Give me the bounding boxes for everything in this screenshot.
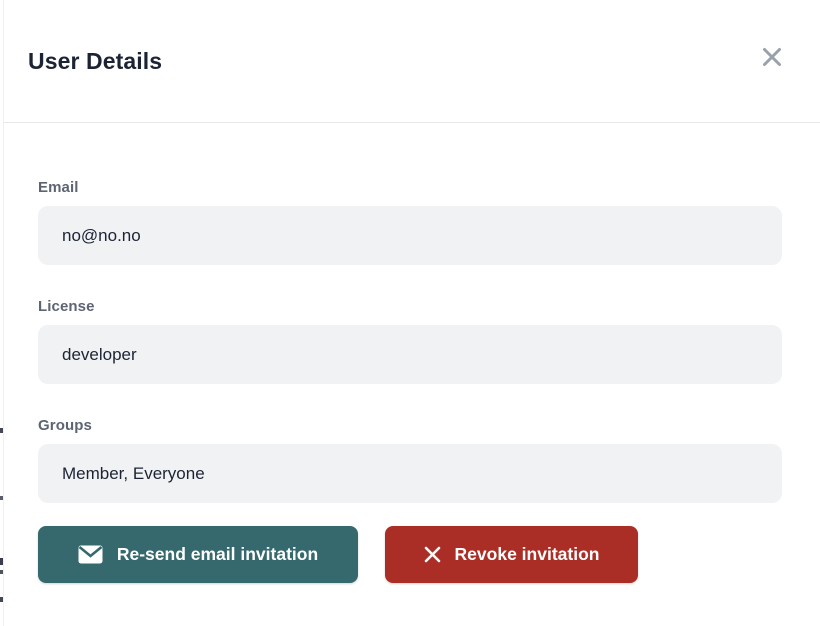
x-icon <box>424 546 441 563</box>
close-button[interactable] <box>754 39 790 75</box>
resend-button-label: Re-send email invitation <box>117 544 318 565</box>
revoke-invitation-button[interactable]: Revoke invitation <box>385 526 638 583</box>
groups-label: Groups <box>38 417 786 434</box>
resend-email-invitation-button[interactable]: Re-send email invitation <box>38 526 358 583</box>
modal-title: User Details <box>28 48 162 75</box>
field-group-license: License <box>38 298 786 384</box>
field-group-email: Email <box>38 179 786 265</box>
groups-field[interactable] <box>38 444 782 503</box>
envelope-icon <box>78 545 103 564</box>
email-field[interactable] <box>38 206 782 265</box>
revoke-button-label: Revoke invitation <box>455 544 600 565</box>
license-label: License <box>38 298 786 315</box>
modal-body: Email License Groups Re-send email invit… <box>4 123 820 583</box>
background-page-sliver <box>0 0 4 626</box>
user-details-modal: User Details Email License Groups <box>4 0 820 626</box>
email-label: Email <box>38 179 786 196</box>
modal-header: User Details <box>4 0 820 123</box>
background-artifact <box>0 496 3 500</box>
background-artifact <box>0 558 3 565</box>
background-artifact <box>0 428 3 433</box>
close-icon <box>760 45 784 69</box>
modal-actions: Re-send email invitation Revoke invitati… <box>38 526 786 583</box>
field-group-groups: Groups <box>38 417 786 503</box>
background-artifact <box>0 570 3 574</box>
background-artifact <box>0 597 3 602</box>
license-field[interactable] <box>38 325 782 384</box>
